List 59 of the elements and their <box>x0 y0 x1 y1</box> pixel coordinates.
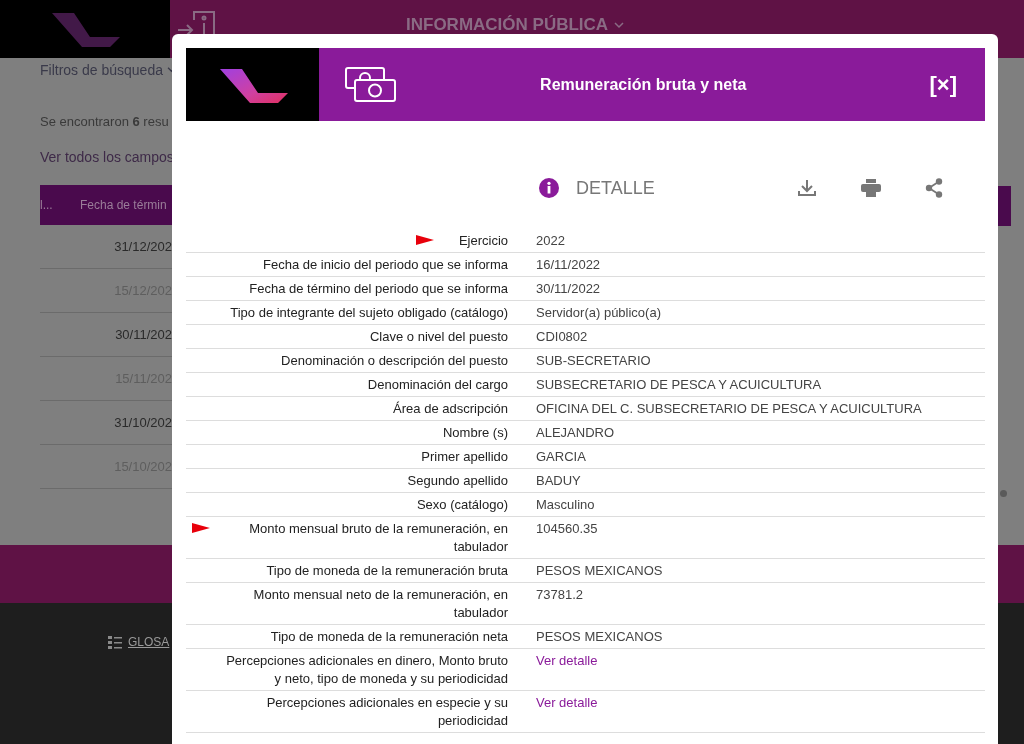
field-value: 2022 <box>536 232 565 250</box>
print-icon[interactable] <box>861 179 881 197</box>
field-value: 30/11/2022 <box>536 280 601 298</box>
logo-icon <box>50 11 120 47</box>
scroll-dot <box>1000 490 1007 497</box>
see-all-fields-link[interactable]: Ver todos los campos <box>40 149 174 165</box>
column-header: l... <box>40 198 54 212</box>
field-label: Tipo de moneda de la remuneración bruta <box>266 562 508 580</box>
field-label: Área de adscripción <box>393 400 508 418</box>
pointer-arrow-icon <box>192 523 210 533</box>
field-value: OFICINA DEL C. SUBSECRETARIO DE PESCA Y ACUICULTURA <box>536 400 922 418</box>
logo-icon <box>217 66 288 103</box>
field-label: Fecha de término del periodo que se informa <box>249 280 508 298</box>
field-label: Monto mensual bruto de la remuneración, en tabulador <box>248 520 508 556</box>
dialog-title: Remuneración bruta y neta <box>539 75 748 94</box>
field-value: GARCIA <box>536 448 586 466</box>
field-value: PESOS MEXICANOS <box>536 628 663 646</box>
column-header: Fecha de términ <box>80 198 167 212</box>
share-icon[interactable] <box>925 178 943 198</box>
field-label: Denominación del cargo <box>367 376 508 394</box>
field-value: 16/11/2022 <box>536 256 601 274</box>
field-label: Primer apellido <box>421 448 508 466</box>
table-cell: 31/10/202 <box>114 415 172 430</box>
field-label: Tipo de moneda de la remuneración neta <box>270 628 508 646</box>
section-heading: DETALLE <box>576 177 655 199</box>
close-button[interactable]: [×] <box>929 71 957 98</box>
pointer-arrow-icon <box>416 235 434 245</box>
field-label: Percepciones adicionales en dinero, Monto bruto y neto, tipo de moneda y su periodicidad <box>226 652 508 688</box>
field-value: ALEJANDRO <box>536 424 615 442</box>
field-label: Denominación o descripción del puesto <box>281 352 508 370</box>
field-value: 73781.2 <box>536 586 583 604</box>
field-label: Fecha de inicio del periodo que se informa <box>263 256 508 274</box>
field-value: CDI0802 <box>536 328 588 346</box>
results-count-text: Se encontraron 6 resu <box>40 114 170 129</box>
field-label: Ejercicio <box>458 232 508 250</box>
field-label: Nombre (s) <box>443 424 508 442</box>
glossary-link[interactable]: GLOSA <box>128 635 170 649</box>
table-cell: 30/11/202 <box>115 327 172 342</box>
field-value: Servidor(a) público(a) <box>536 304 661 322</box>
field-label: Monto mensual neto de la remuneración, en tabulador <box>252 586 508 622</box>
field-value: SUBSECRETARIO DE PESCA Y ACUICULTURA <box>536 376 822 394</box>
banknotes-icon <box>345 66 397 103</box>
field-label: Segundo apellido <box>407 472 508 490</box>
table-header-edge <box>998 186 1011 226</box>
field-label: Percepciones adicionales en especie y su periodicidad <box>265 694 508 730</box>
field-value: Masculino <box>536 496 595 514</box>
glossary-icon <box>108 635 122 651</box>
field-label: Sexo (catálogo) <box>416 496 508 514</box>
table-cell: 31/12/202 <box>114 239 172 254</box>
field-label: Tipo de integrante del sujeto obligado (catálogo) <box>230 304 508 322</box>
view-detail-link[interactable]: Ver detalle <box>536 694 598 730</box>
view-detail-link[interactable]: Ver detalle <box>536 652 598 688</box>
info-icon <box>539 178 559 198</box>
field-label: Clave o nivel del puesto <box>369 328 508 346</box>
download-icon[interactable] <box>797 179 817 197</box>
field-value: PESOS MEXICANOS <box>536 562 663 580</box>
field-value: 104560.35 <box>536 520 598 538</box>
field-value: SUB-SECRETARIO <box>536 352 651 370</box>
field-value: BADUY <box>536 472 581 490</box>
